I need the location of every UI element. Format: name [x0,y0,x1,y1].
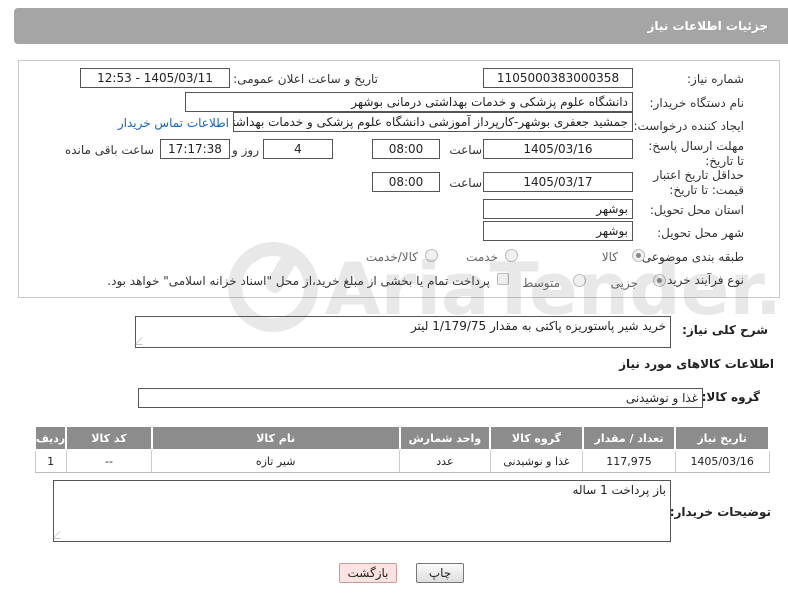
days-label: روز و [232,143,259,157]
goods-table-header: تاریخ نیاز تعداد / مقدار گروه کالا واحد … [33,425,770,451]
remaining-days-field: 4 [263,139,333,159]
creator-label: ایجاد کننده درخواست: [633,119,744,133]
deadline-time-label: ساعت [449,143,482,157]
cell-need-date: 1405/03/16 [674,449,770,473]
page-title: جزئیات اطلاعات نیاز [647,19,768,33]
cell-goods-group: غذا و نوشیدنی [489,449,584,473]
remaining-time-label: ساعت باقی مانده [64,143,154,157]
purchase-minor-label: جزیی [610,276,638,290]
city-label: شهر محل تحویل: [657,226,744,240]
announce-date-field: 1405/03/11 - 12:53 [80,68,230,88]
buyer-notes-text: باز پرداخت 1 ساله [572,483,666,497]
purchase-medium-radio[interactable] [573,274,586,287]
resize-handle-icon[interactable] [52,531,68,539]
announce-date-label: تاریخ و ساعت اعلان عمومی: [233,72,378,86]
treasury-payment-note: پرداخت تمام یا بخشی از مبلغ خرید،از محل … [107,274,490,288]
category-goods-service-label: کالا/خدمت [365,250,418,264]
city-field: بوشهر [483,221,633,241]
col-goods-name: نام کالا [150,425,401,451]
description-label: شرح کلی نیاز: [682,323,768,337]
goods-group-label: گروه کالا: [701,390,760,404]
buyer-contact-link[interactable]: اطلاعات تماس خریدار [118,116,229,130]
need-number-field: 1105000383000358 [483,68,633,88]
category-goods-label: کالا [601,250,618,264]
print-button[interactable]: چاپ [416,563,464,583]
price-validity-date-field: 1405/03/17 [483,172,633,192]
cell-unit: عدد [399,449,491,473]
remaining-time-field: 17:17:38 [160,139,230,159]
col-goods-code: کد کالا [65,425,153,451]
category-goods-service-radio[interactable] [425,249,438,262]
page-header: جزئیات اطلاعات نیاز [14,8,788,44]
deadline-label: مهلت ارسال پاسخ: تا تاریخ: [648,139,744,168]
cell-row-number: 1 [34,449,67,473]
category-service-label: خدمت [466,250,498,264]
buyer-org-field: دانشگاه علوم پزشکی و خدمات بهداشتی درمان… [185,92,633,112]
cell-goods-code: -- [65,449,153,473]
goods-table: تاریخ نیاز تعداد / مقدار گروه کالا واحد … [33,425,770,473]
category-service-radio[interactable] [505,249,518,262]
price-validity-label: حداقل تاریخ اعتبار قیمت: تا تاریخ: [653,168,744,197]
cell-goods-name: شیر تازه [151,449,401,473]
description-text: خرید شیر پاستوریزه پاکتی به مقدار 1/179/… [410,319,666,333]
col-need-date: تاریخ نیاز [674,425,770,451]
col-quantity: تعداد / مقدار [581,425,677,451]
province-label: استان محل تحویل: [649,203,744,217]
need-number-label: شماره نیاز: [687,72,744,86]
col-goods-group: گروه کالا [489,425,584,451]
deadline-time-field: 08:00 [372,139,440,159]
cell-quantity: 117,975 [582,449,676,473]
category-goods-radio[interactable] [632,249,645,262]
purchase-medium-label: متوسط [522,276,560,290]
buyer-notes-label: توضیحات خریدار: [669,505,771,519]
creator-field: جمشید جعفری بوشهر-کارپرداز آموزشی دانشگا… [233,112,633,132]
province-field: بوشهر [483,199,633,219]
purchase-type-label: نوع فرآیند خرید : [659,273,744,287]
table-row: 1405/03/16 117,975 غذا و نوشیدنی عدد شیر… [34,449,770,473]
back-button[interactable]: بازگشت [339,563,397,583]
col-row-number: ردیف [33,425,68,451]
category-label: طبقه بندی موضوعی: [637,250,744,264]
goods-section-title: اطلاعات کالاهای مورد نیاز [619,357,774,371]
goods-group-field: غذا و نوشیدنی [138,388,703,408]
deadline-date-field: 1405/03/16 [483,139,633,159]
treasury-payment-checkbox[interactable] [497,273,509,285]
price-validity-time-field: 08:00 [372,172,440,192]
price-validity-time-label: ساعت [449,176,482,190]
description-textarea[interactable]: خرید شیر پاستوریزه پاکتی به مقدار 1/179/… [134,316,671,348]
buyer-notes-textarea[interactable]: باز پرداخت 1 ساله [52,480,671,542]
resize-handle-icon[interactable] [134,337,150,345]
buyer-org-label: نام دستگاه خریدار: [649,96,745,110]
col-unit: واحد شمارش [398,425,492,451]
purchase-minor-radio[interactable] [653,274,666,287]
